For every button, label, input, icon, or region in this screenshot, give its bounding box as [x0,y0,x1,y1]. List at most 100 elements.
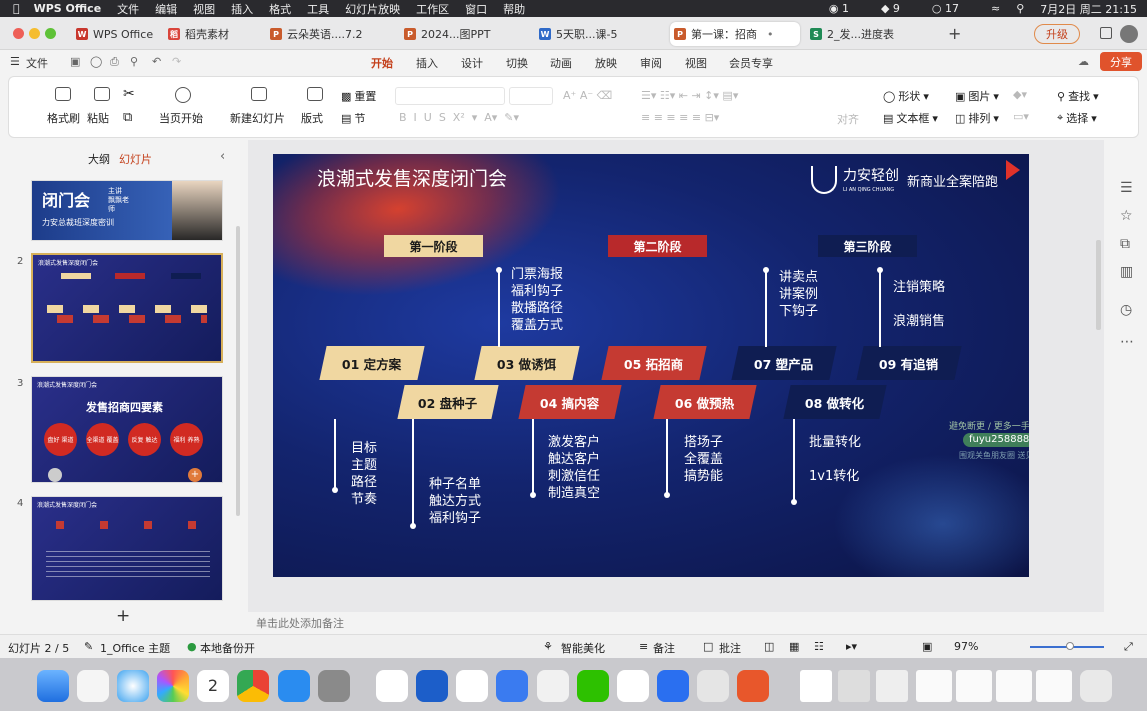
wifi-icon[interactable]: ≈ [991,2,1000,15]
bookmark-icon[interactable]: ▥ [1120,264,1133,280]
tab-view[interactable]: 视图 [685,55,707,71]
upgrade-button[interactable]: 升级 [1034,24,1080,44]
layout-icon[interactable] [1100,27,1112,39]
share-button[interactable]: 分享 [1100,52,1142,71]
maximize-window-button[interactable] [45,28,56,39]
close-tab-icon[interactable]: • [767,28,774,41]
cut-icon[interactable]: ✂ [123,86,135,102]
paragraph-align-tools[interactable]: ≡ ≡ ≡ ≡ ≡ ⊟▾ [641,111,719,124]
slide-canvas[interactable]: 浪潮式发售深度闭门会 力安轻创 LI AN QING CHUANG 新商业全案陪… [273,154,1029,577]
text-style-tools[interactable]: B I U S X² ▾ A▾ ✎▾ [399,111,519,124]
tab-transition[interactable]: 切换 [506,55,528,71]
tab-slideshow[interactable]: 放映 [595,55,617,71]
beautify-button[interactable]: 智能美化 [561,640,605,656]
history-icon[interactable]: ◷ [1120,302,1132,318]
recent-window-3[interactable] [996,670,1032,702]
reading-view-icon[interactable]: ☷ [814,640,824,653]
safari-icon[interactable] [117,670,149,702]
menu-window[interactable]: 窗口 [465,1,487,17]
theme-name[interactable]: 1_Office 主题 [100,640,170,656]
editor-scrollbar[interactable] [1096,240,1101,330]
slide-thumbnail-2[interactable]: 浪潮式发售深度闭门会 [31,253,223,363]
picture-button[interactable]: ▣ 图片 ▾ [955,88,999,104]
play-thumb-icon[interactable] [48,468,62,482]
settings-icon[interactable] [318,670,350,702]
menu-edit[interactable]: 编辑 [155,1,177,17]
add-slide-icon[interactable]: + [188,468,202,482]
backup-status[interactable]: 本地备份开 [200,640,255,656]
select-button[interactable]: ⌖ 选择 ▾ [1057,110,1097,126]
menu-insert[interactable]: 插入 [231,1,253,17]
font-tools[interactable]: A⁺ A⁻ ⌫ [563,89,612,102]
tab-yunduo[interactable]: P 云朵英语....7.2 [266,22,394,46]
menu-slideshow[interactable]: 幻灯片放映 [345,1,400,17]
menu-app-name[interactable]: WPS Office [34,2,102,15]
trash-icon[interactable] [1080,670,1112,702]
text-align-button[interactable]: 对齐 [837,111,859,127]
menu-workspace[interactable]: 工作区 [416,1,449,17]
normal-view-icon[interactable]: ◫ [764,640,774,653]
recent-window-1[interactable] [916,670,952,702]
play-dropdown-icon[interactable]: ▸▾ [846,640,857,653]
chat-app-icon[interactable] [376,670,408,702]
fill-tool[interactable]: ◆▾ [1013,88,1027,101]
recent-window-2[interactable] [956,670,992,702]
new-tab-icon[interactable]: + [948,24,961,43]
reset-button[interactable]: ▩ 重置 [341,88,376,104]
font-size-select[interactable] [509,87,553,105]
app-store-icon[interactable] [278,670,310,702]
star-icon[interactable]: ☆ [1120,208,1133,224]
zoom-level[interactable]: 97% [954,640,978,653]
preview-icon[interactable]: ⚲ [130,55,138,68]
recent-doc-2[interactable] [838,670,870,702]
menu-format[interactable]: 格式 [269,1,291,17]
recent-window-4[interactable] [1036,670,1072,702]
tab-home[interactable]: 开始 [371,55,393,71]
menu-tools[interactable]: 工具 [307,1,329,17]
qq-icon[interactable] [537,670,569,702]
collapse-panel-icon[interactable]: ‹ [220,149,225,164]
xmind-icon[interactable] [737,670,769,702]
slides-tab[interactable]: 幻灯片 [119,151,152,167]
save-icon[interactable]: ▣ [70,55,80,68]
file-menu[interactable]: 文件 [26,55,48,71]
tab-insert[interactable]: 插入 [416,55,438,71]
mail-app-icon[interactable] [416,670,448,702]
new-slide-button[interactable]: 新建幻灯片 [230,110,285,126]
print-icon[interactable]: ⎙ [110,55,119,69]
tab-animation[interactable]: 动画 [550,55,572,71]
avatar[interactable] [1120,25,1138,43]
preview-app-icon[interactable] [697,670,729,702]
notes-placeholder[interactable]: 单击此处添加备注 [256,615,344,631]
search-status-icon[interactable]: ⚲ [1016,2,1024,15]
outline-tool[interactable]: ▭▾ [1013,110,1029,123]
slide-thumbnail-1[interactable]: 闭门会 主讲 飘飘老师 力安总裁班深度密训 [31,180,223,241]
panel-scrollbar[interactable] [236,226,240,516]
chrome-icon[interactable] [237,670,269,702]
slide-thumbnail-4[interactable]: 浪潮式发售深度闭门会 [31,496,223,601]
chat-status-icon[interactable]: ○ 17 [932,2,975,15]
photos-icon[interactable] [157,670,189,702]
tab-design[interactable]: 设计 [461,55,483,71]
format-painter-button[interactable]: 格式刷 [47,110,80,126]
recent-doc-1[interactable] [800,670,832,702]
font-family-select[interactable] [395,87,505,105]
bell-status-icon[interactable]: ◆ 9 [881,2,916,15]
menu-help[interactable]: 帮助 [503,1,525,17]
copy-icon[interactable]: ⧉ [123,110,132,125]
tab-2024[interactable]: P 2024...图PPT [400,22,528,46]
recent-doc-3[interactable] [876,670,908,702]
undo-icon[interactable]: ↶ [152,55,161,68]
tab-member[interactable]: 会员专享 [729,55,773,71]
wechat-status-icon[interactable]: ◉ 1 [829,2,865,15]
tab-lesson1[interactable]: P 第一课：招商 • [670,22,800,46]
play-from-current-button[interactable]: 当页开始 [159,110,203,126]
clock[interactable]: 7月2日 周二 21:15 [1040,1,1137,17]
tab-wps-home[interactable]: W WPS Office [72,22,160,46]
layout-button[interactable]: 版式 [301,110,323,126]
cloud-icon[interactable]: ☁ [1078,55,1089,68]
fit-window-icon[interactable]: ▣ [922,640,932,653]
comment-button[interactable]: 批注 [719,640,741,656]
sorter-view-icon[interactable]: ▦ [789,640,799,653]
menu-view[interactable]: 视图 [193,1,215,17]
